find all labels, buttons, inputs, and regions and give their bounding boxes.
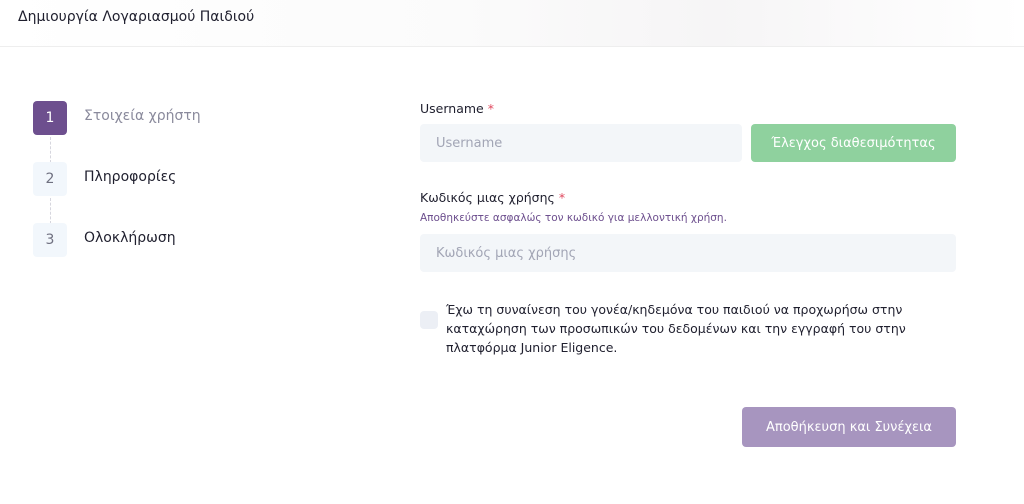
password-label: Κωδικός μιας χρήσης *: [420, 190, 565, 205]
required-marker: *: [558, 190, 566, 205]
save-and-continue-button[interactable]: Αποθήκευση και Συνέχεια: [742, 407, 956, 447]
username-label: Username *: [420, 101, 494, 116]
page-title: Δημιουργία Λογαριασμού Παιδιού: [18, 9, 255, 25]
username-label-text: Username: [420, 101, 484, 116]
step-number: 2: [33, 162, 67, 196]
step-connector: [50, 137, 51, 163]
step-label: Πληροφορίες: [84, 169, 177, 185]
consent-checkbox[interactable]: [420, 311, 438, 329]
check-availability-button[interactable]: Έλεγχος διαθεσιμότητας: [751, 124, 956, 162]
consent-text: Έχω τη συναίνεση του γονέα/κηδεμόνα του …: [446, 302, 906, 355]
step-connector: [50, 198, 51, 224]
step-label: Ολοκλήρωση: [84, 230, 176, 246]
step-label: Στοιχεία χρήστη: [84, 108, 201, 124]
step-completion[interactable]: 3 Ολοκλήρωση: [33, 223, 293, 257]
required-marker: *: [487, 101, 494, 116]
password-label-text: Κωδικός μιας χρήσης: [420, 190, 555, 205]
step-number: 1: [33, 101, 67, 135]
username-input[interactable]: [420, 124, 742, 162]
one-time-password-input[interactable]: [420, 234, 956, 272]
step-user-details[interactable]: 1 Στοιχεία χρήστη: [33, 101, 293, 135]
page-header: Δημιουργία Λογαριασμού Παιδιού: [0, 0, 1024, 47]
password-hint: Αποθηκεύστε ασφαλώς τον κωδικό για μελλο…: [420, 212, 727, 224]
step-information[interactable]: 2 Πληροφορίες: [33, 162, 293, 196]
step-number: 3: [33, 223, 67, 257]
